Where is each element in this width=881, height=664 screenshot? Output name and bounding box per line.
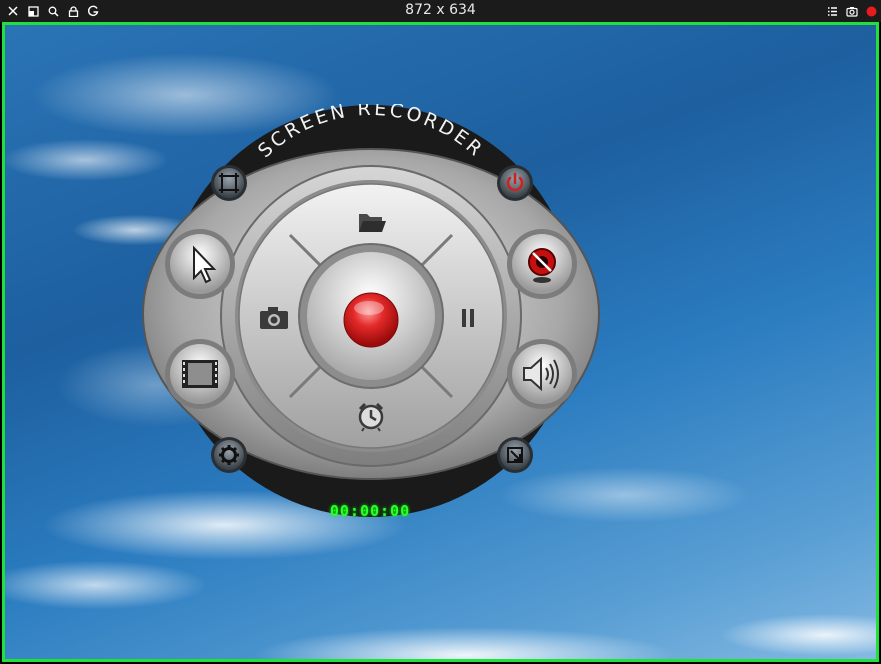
record-button[interactable] <box>343 292 399 348</box>
alarm-clock-icon <box>358 402 384 432</box>
volume-button[interactable] <box>506 338 578 410</box>
film-icon <box>165 339 235 409</box>
power-icon <box>497 165 533 201</box>
schedule-button[interactable] <box>352 400 390 432</box>
resize-button[interactable] <box>496 436 534 474</box>
webcam-button[interactable] <box>506 228 578 300</box>
capture-size-label: 872 x 634 <box>405 2 476 18</box>
cursor-button[interactable] <box>164 228 236 300</box>
open-folder-button[interactable] <box>351 208 391 236</box>
recording-timer: 00:00:00 <box>329 502 411 520</box>
cursor-icon <box>165 229 235 299</box>
folder-icon <box>359 214 386 232</box>
camera-icon[interactable] <box>844 3 860 19</box>
gear-icon <box>211 437 247 473</box>
top-toolbar: 872 x 634 <box>0 0 881 22</box>
pause-button[interactable] <box>450 304 486 332</box>
screen-recorder-widget: SCREEN RECORDER 00:00:00 <box>142 104 600 538</box>
screenshot-button[interactable] <box>256 304 292 332</box>
select-region-button[interactable] <box>210 164 248 202</box>
resize-icon <box>497 437 533 473</box>
list-icon[interactable] <box>824 3 840 19</box>
record-icon <box>343 292 399 348</box>
camera-icon <box>260 307 288 329</box>
speaker-icon <box>507 339 577 409</box>
webcam-disabled-icon <box>507 229 577 299</box>
power-button[interactable] <box>496 164 534 202</box>
pause-icon <box>462 309 474 327</box>
settings-button[interactable] <box>210 436 248 474</box>
record-indicator-icon[interactable] <box>863 3 879 19</box>
select-region-icon <box>211 165 247 201</box>
video-button[interactable] <box>164 338 236 410</box>
